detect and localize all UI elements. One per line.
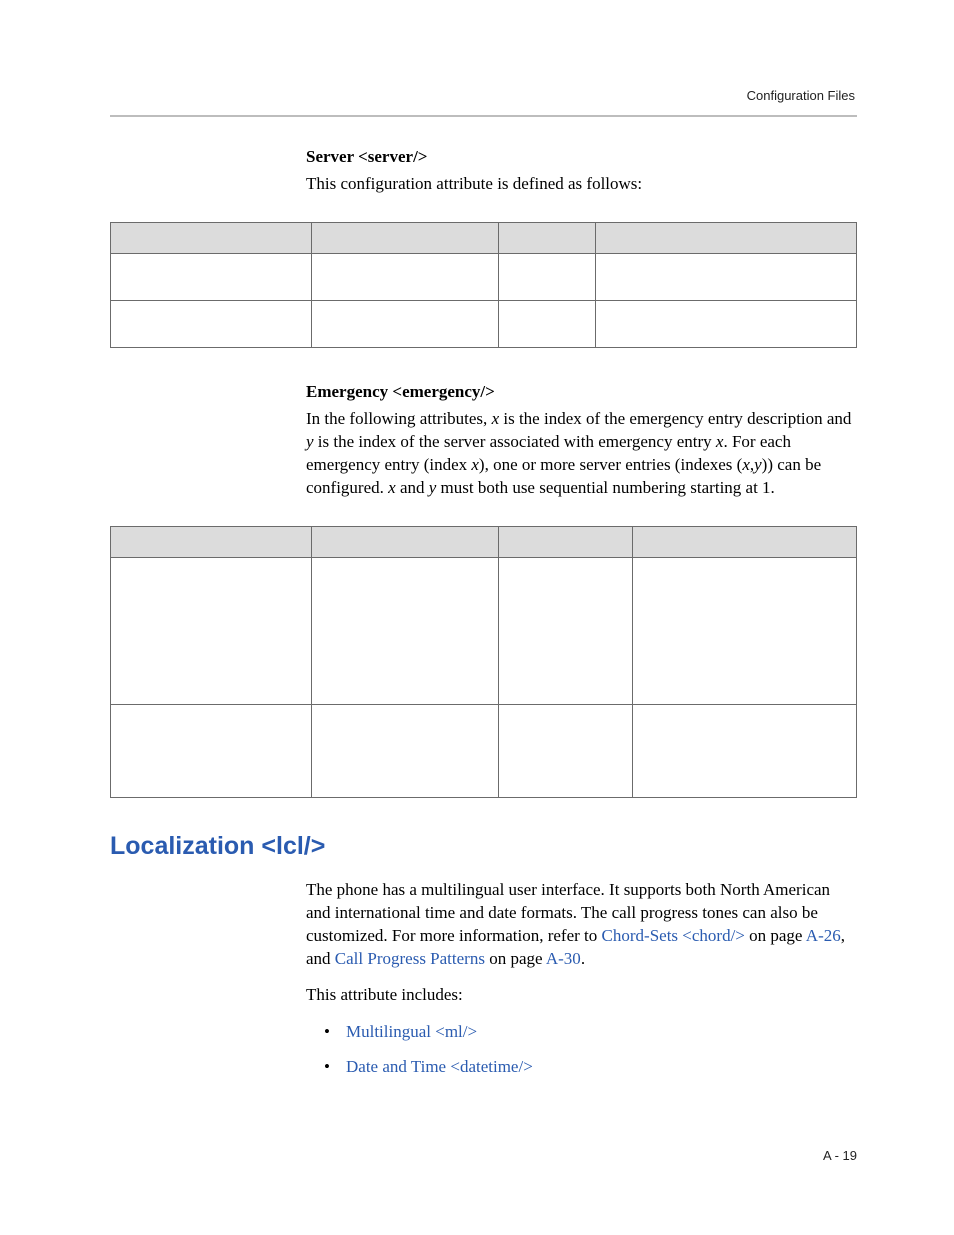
table-header-row (111, 526, 857, 557)
emergency-heading: Emergency <emergency/> (306, 382, 857, 402)
emergency-table (110, 526, 857, 798)
link-chord-sets[interactable]: Chord-Sets <chord/> (602, 926, 745, 945)
table-header-cell (595, 222, 856, 253)
list-item: Date and Time <datetime/> (324, 1056, 857, 1079)
table-header-row (111, 222, 857, 253)
table-row (111, 557, 857, 704)
server-heading: Server <server/> (306, 147, 857, 167)
server-intro: This configuration attribute is defined … (306, 173, 857, 196)
page: Configuration Files Server <server/> Thi… (0, 0, 954, 1235)
table-row (111, 253, 857, 300)
localization-heading: Localization <lcl/> (110, 832, 857, 861)
server-table (110, 222, 857, 348)
link-datetime[interactable]: Date and Time <datetime/> (346, 1057, 533, 1076)
emergency-section: Emergency <emergency/> In the following … (306, 382, 857, 500)
link-page-a30[interactable]: A-30 (546, 949, 581, 968)
page-number: A - 19 (823, 1148, 857, 1163)
list-item: Multilingual <ml/> (324, 1021, 857, 1044)
localization-body: The phone has a multilingual user interf… (306, 879, 857, 1080)
table-row (111, 300, 857, 347)
link-page-a26[interactable]: A-26 (806, 926, 841, 945)
table-header-cell (498, 526, 632, 557)
server-section: Server <server/> This configuration attr… (306, 147, 857, 196)
table-row (111, 704, 857, 797)
running-header: Configuration Files (110, 88, 857, 103)
header-rule (110, 115, 857, 117)
localization-paragraph-1: The phone has a multilingual user interf… (306, 879, 857, 971)
table-header-cell (312, 526, 499, 557)
localization-paragraph-2: This attribute includes: (306, 984, 857, 1007)
localization-bullet-list: Multilingual <ml/> Date and Time <dateti… (324, 1021, 857, 1079)
table-header-cell (111, 222, 312, 253)
table-header-cell (312, 222, 499, 253)
table-header-cell (633, 526, 857, 557)
link-call-progress-patterns[interactable]: Call Progress Patterns (335, 949, 485, 968)
table-header-cell (498, 222, 595, 253)
emergency-paragraph: In the following attributes, x is the in… (306, 408, 857, 500)
table-header-cell (111, 526, 312, 557)
link-multilingual[interactable]: Multilingual <ml/> (346, 1022, 477, 1041)
